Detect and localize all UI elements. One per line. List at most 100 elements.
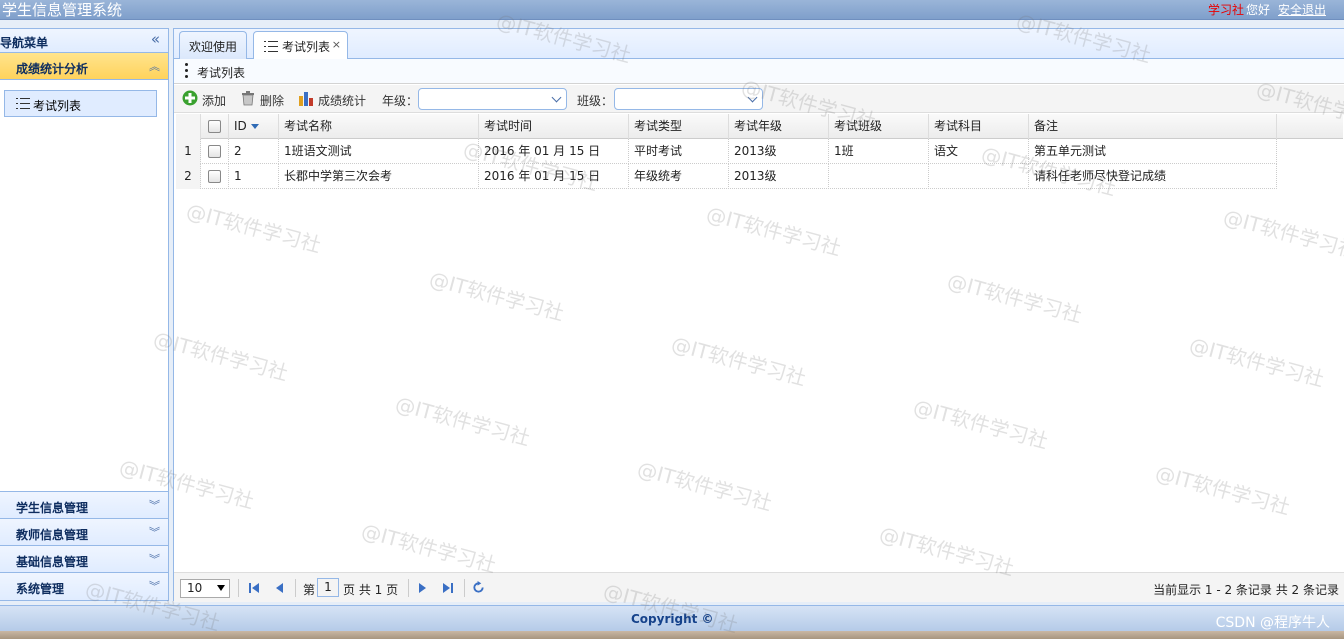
current-page-input[interactable]: 1: [317, 578, 339, 597]
tab-welcome[interactable]: 欢迎使用: [179, 31, 247, 59]
cell-exam-type: 平时考试: [629, 139, 729, 164]
cell-note: 请科任老师尽快登记成绩: [1029, 164, 1277, 189]
greeting-text: 您好: [1245, 3, 1270, 17]
last-page-icon[interactable]: [442, 582, 454, 594]
header-exam-type[interactable]: 考试类型: [629, 114, 729, 139]
pager-separator: [238, 579, 239, 597]
row-select-cell: [201, 164, 229, 189]
row-checkbox[interactable]: [208, 170, 221, 183]
cell-exam-class: 1班: [829, 139, 929, 164]
table-header-row: ID 考试名称 考试时间 考试类型 考试年级 考试班级 考试科目 备注: [176, 114, 1277, 139]
panel-score-analysis[interactable]: 成绩统计分析 ︽: [0, 53, 168, 80]
cell-id: 2: [229, 139, 279, 164]
row-number: 2: [176, 164, 201, 189]
score-stats-button[interactable]: 成绩统计: [298, 89, 368, 109]
add-icon: [182, 90, 198, 106]
header-exam-name[interactable]: 考试名称: [279, 114, 479, 139]
sidebar-header: 导航菜单 «: [0, 29, 168, 53]
delete-button[interactable]: 删除: [240, 89, 288, 109]
sidebar-item-exam-list[interactable]: 考试列表: [4, 90, 157, 117]
header-exam-subject[interactable]: 考试科目: [929, 114, 1029, 139]
row-checkbox[interactable]: [208, 145, 221, 158]
panel-label: 基础信息管理: [16, 555, 89, 569]
chevron-down-icon[interactable]: [548, 89, 566, 109]
cell-exam-type: 年级统考: [629, 164, 729, 189]
delete-label: 删除: [260, 94, 285, 108]
add-label: 添加: [202, 94, 227, 108]
refresh-icon[interactable]: [472, 581, 485, 594]
class-label: 班级：: [577, 94, 614, 108]
panel-score-analysis-body: 考试列表: [0, 80, 168, 492]
table-row[interactable]: 2 1 长郡中学第三次会考 2016 年 01 月 15 日 年级统考 2013…: [176, 164, 1277, 189]
toolbar: 添加 删除 成绩统计 年级： 班级：: [174, 85, 1344, 113]
cell-exam-class: [829, 164, 929, 189]
csdn-credit: CSDN @程序牛人: [1215, 615, 1330, 631]
app-title: 学生信息管理系统: [2, 1, 123, 19]
logout-link[interactable]: 安全退出: [1278, 3, 1326, 17]
page-prefix: 第: [303, 583, 316, 597]
close-icon[interactable]: ×: [332, 38, 341, 51]
tab-bar: 欢迎使用 考试列表 ×: [174, 29, 1344, 60]
panel-title: 考试列表: [197, 66, 246, 80]
user-name: 学习社: [1207, 3, 1244, 17]
app-header: 学生信息管理系统 学习社 您好 安全退出: [0, 0, 1344, 20]
header-id-label: ID: [234, 119, 247, 133]
list-icon: [16, 98, 30, 109]
panel-system[interactable]: 系统管理 ︾: [0, 573, 168, 600]
table-header-filler: [1277, 114, 1343, 139]
chevron-up-icon[interactable]: ︽: [149, 58, 160, 74]
first-page-icon[interactable]: [248, 582, 260, 594]
grade-label: 年级：: [382, 94, 419, 108]
pager-separator: [464, 579, 465, 597]
prev-page-icon[interactable]: [274, 582, 286, 594]
trash-icon: [242, 91, 254, 106]
cell-exam-name: 长郡中学第三次会考: [279, 164, 479, 189]
tab-label: 考试列表: [282, 40, 331, 54]
chevron-down-icon[interactable]: ︾: [149, 551, 160, 567]
tab-label: 欢迎使用: [189, 40, 238, 54]
tab-exam-list[interactable]: 考试列表 ×: [253, 31, 348, 60]
header-user-area: 学习社 您好 安全退出: [1208, 1, 1326, 18]
list-icon: [264, 41, 278, 52]
page-size-value: 10: [187, 581, 203, 595]
cell-note: 第五单元测试: [1029, 139, 1277, 164]
main-area: 欢迎使用 考试列表 × 考试列表 添加 删除 成绩统计 年级： 班级： ID 考…: [173, 28, 1344, 602]
cell-exam-grade: 2013级: [729, 139, 829, 164]
select-all-checkbox[interactable]: [208, 120, 221, 133]
grade-select[interactable]: [418, 88, 567, 110]
chevron-down-icon[interactable]: ︾: [149, 524, 160, 540]
header-exam-class[interactable]: 考试班级: [829, 114, 929, 139]
panel-label: 学生信息管理: [16, 501, 89, 515]
panel-title-bar: 考试列表: [174, 59, 1344, 84]
menu-dots-icon: [185, 63, 189, 79]
page-size-select[interactable]: 10: [180, 579, 230, 598]
panel-basic-info[interactable]: 基础信息管理 ︾: [0, 546, 168, 573]
chevron-down-icon[interactable]: ︾: [149, 578, 160, 594]
header-exam-time[interactable]: 考试时间: [479, 114, 629, 139]
panel-label: 教师信息管理: [16, 528, 89, 542]
sidebar: 导航菜单 « 成绩统计分析 ︽ 考试列表 学生信息管理 ︾ 教师信息管理 ︾ 基…: [0, 28, 169, 601]
table-row[interactable]: 1 2 1班语文测试 2016 年 01 月 15 日 平时考试 2013级 1…: [176, 139, 1277, 164]
sidebar-title: 导航菜单: [0, 36, 49, 50]
cell-exam-subject: 语文: [929, 139, 1029, 164]
double-chevron-left-icon[interactable]: «: [151, 30, 160, 48]
next-page-icon[interactable]: [416, 582, 428, 594]
cell-exam-subject: [929, 164, 1029, 189]
panel-student-info[interactable]: 学生信息管理 ︾: [0, 492, 168, 519]
row-number: 1: [176, 139, 201, 164]
dropdown-arrow-icon: [217, 585, 225, 591]
sidebar-item-label: 考试列表: [33, 99, 82, 113]
chevron-down-icon[interactable]: [744, 89, 762, 109]
class-select[interactable]: [614, 88, 763, 110]
add-button[interactable]: 添加: [182, 89, 230, 109]
panel-teacher-info[interactable]: 教师信息管理 ︾: [0, 519, 168, 546]
panel-label: 成绩统计分析: [16, 62, 89, 76]
bottom-strip: [0, 631, 1344, 639]
header-note[interactable]: 备注: [1029, 114, 1277, 139]
header-id[interactable]: ID: [229, 114, 279, 139]
header-exam-grade[interactable]: 考试年级: [729, 114, 829, 139]
row-select-cell: [201, 139, 229, 164]
chevron-down-icon[interactable]: ︾: [149, 497, 160, 513]
pager-separator: [408, 579, 409, 597]
bar-chart-icon: [299, 92, 313, 106]
